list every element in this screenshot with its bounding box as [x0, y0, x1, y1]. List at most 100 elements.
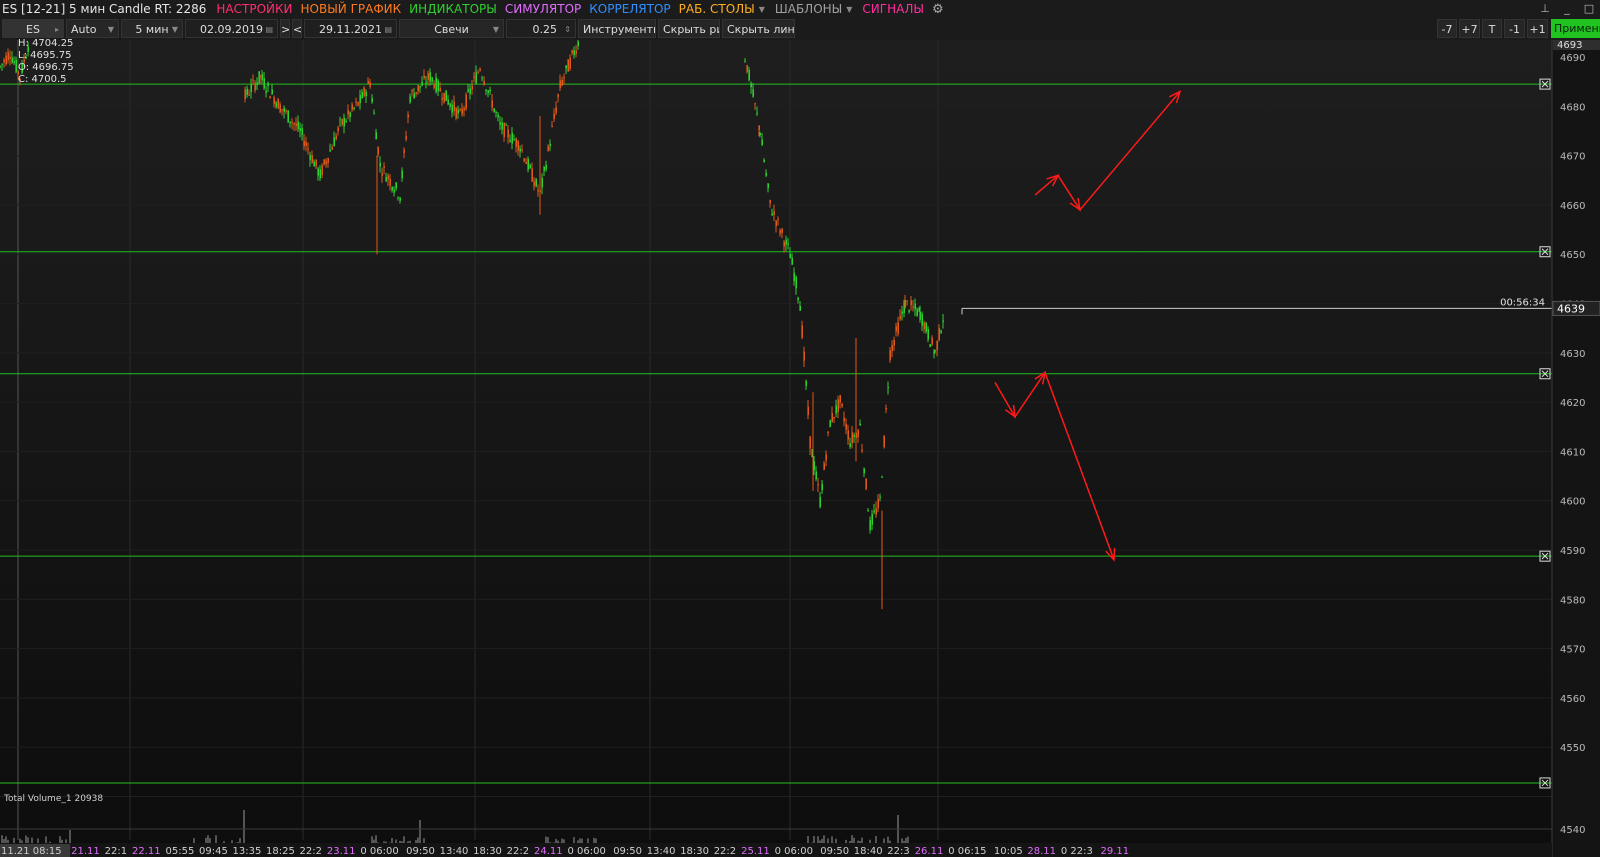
candle-body [493, 108, 495, 112]
candle-body [805, 381, 807, 386]
hide-lines-button[interactable]: Скрыть линии [722, 19, 795, 38]
candle-body [921, 313, 923, 326]
candle-body [333, 137, 335, 147]
pin-icon[interactable]: ⊥ [1534, 0, 1556, 18]
candle-body [463, 107, 465, 111]
price-tick-label: 4580 [1560, 595, 1585, 606]
candle-body [785, 239, 787, 245]
chart-type-select[interactable]: Свечи ▼ [399, 19, 504, 38]
zoom-plus-1-button[interactable]: +1 [1527, 19, 1548, 38]
candle-body [0, 65, 1, 68]
candle-body [473, 76, 475, 78]
candle-body [931, 337, 933, 345]
candle-body [363, 87, 365, 96]
hide-drawings-button[interactable]: Скрыть рис. [658, 19, 720, 38]
zoom-t-button[interactable]: T [1482, 19, 1502, 38]
nav-back-button[interactable]: < [292, 19, 302, 38]
zoom-plus-7-button[interactable]: +7 [1459, 19, 1480, 38]
minimize-icon[interactable]: _ [1556, 0, 1578, 18]
date-from-input[interactable]: 02.09.2019 ▤ [185, 19, 278, 38]
candle-body [311, 155, 313, 163]
price-chart[interactable]: 00:56:34 4684.54650.54625.754588.754542.… [0, 40, 1600, 857]
candle-body [791, 257, 793, 265]
time-tick-label: 18:30 [473, 846, 502, 857]
menu-correlator[interactable]: КОРРЕЛЯТОР [585, 0, 674, 18]
menu-new-chart[interactable]: НОВЫЙ ГРАФИК [297, 0, 406, 18]
symbol-select[interactable]: ES ▸ [2, 19, 64, 38]
zoom-minus-7-button[interactable]: -7 [1437, 19, 1457, 38]
candle-body [351, 104, 353, 110]
candle-body [423, 75, 425, 79]
candle-body [873, 510, 875, 513]
window-title: ES [12-21] 5 мин Candle RT: 2286 [2, 2, 207, 16]
date-from-value: 02.09.2019 [200, 23, 263, 36]
candle-body [893, 339, 895, 346]
tools-button[interactable]: Инструменты [578, 19, 656, 38]
candle-body [857, 429, 859, 437]
menu-workspaces[interactable]: РАБ. СТОЛЫ [675, 0, 759, 18]
candle-body [891, 345, 893, 351]
candle-body [367, 80, 369, 84]
time-tick-label: 22:2 [300, 846, 322, 857]
candle-body [906, 300, 908, 302]
candle-body [487, 90, 489, 94]
candle-body [841, 403, 843, 407]
scale-select[interactable]: Auto ▼ [66, 19, 119, 38]
gear-icon[interactable]: ⚙ [928, 2, 948, 17]
menu-templates[interactable]: ШАБЛОНЫ [771, 0, 846, 18]
price-tick-label: 4650 [1560, 250, 1585, 261]
zoom-minus-1-button[interactable]: -1 [1504, 19, 1525, 38]
time-tick-label: 11.21 08:15 [1, 846, 62, 857]
candle-body [511, 132, 513, 144]
candle-body [7, 52, 9, 61]
candle-body [254, 82, 256, 91]
candle-body [789, 254, 791, 259]
candle-body [923, 322, 925, 330]
chevron-down-icon: ▼ [107, 25, 114, 34]
calendar-icon[interactable]: ▤ [265, 20, 273, 37]
menu-simulator[interactable]: СИМУЛЯТОР [501, 0, 585, 18]
candle-body [883, 435, 885, 448]
candle-body [275, 102, 277, 107]
stepper-icon[interactable]: ⇕ [564, 20, 571, 37]
candle-body [361, 92, 363, 99]
candle-body [869, 520, 871, 530]
time-tick-label: 29.11 [1101, 846, 1130, 857]
templates-dropdown-icon[interactable]: ▼ [846, 5, 858, 14]
ohlc-high: H: 4704.25 [18, 38, 74, 49]
candle-body [904, 299, 906, 309]
menu-signals[interactable]: СИГНАЛЫ [858, 0, 928, 18]
candle-body [807, 406, 809, 416]
candle-body [865, 478, 867, 490]
chevron-down-icon: ▼ [492, 25, 499, 34]
time-tick-label: 09:50 [820, 846, 849, 857]
candle-body [435, 77, 437, 92]
candle-body [777, 219, 779, 221]
candle-body [919, 311, 921, 320]
candle-body [385, 177, 387, 182]
candle-body [787, 243, 789, 245]
price-tick-label: 4570 [1560, 645, 1585, 656]
maximize-icon[interactable]: □ [1578, 0, 1600, 18]
candle-body [773, 211, 775, 215]
time-tick-label: 13:40 [647, 846, 676, 857]
candle-body [763, 159, 765, 162]
candle-body [417, 85, 419, 92]
menu-settings[interactable]: НАСТРОЙКИ [212, 0, 296, 18]
calendar-icon[interactable]: ▤ [384, 20, 392, 37]
date-to-input[interactable]: 29.11.2021 ▤ [304, 19, 397, 38]
workspaces-dropdown-icon[interactable]: ▼ [759, 5, 771, 14]
candle-body [345, 120, 347, 122]
candle-body [779, 230, 781, 234]
candle-body [467, 89, 469, 92]
tick-size-stepper[interactable]: 0.25 ⇕ [506, 19, 576, 38]
candle-body [269, 96, 271, 99]
menu-indicators[interactable]: ИНДИКАТОРЫ [405, 0, 501, 18]
candle-body [411, 90, 413, 92]
nav-forward-button[interactable]: > [280, 19, 290, 38]
apply-button[interactable]: Применить [1551, 19, 1600, 38]
candle-body [399, 197, 401, 201]
time-tick-label: 18:25 [266, 846, 295, 857]
price-tick-label: 4690 [1560, 53, 1585, 64]
timeframe-select[interactable]: 5 мин ▼ [121, 19, 183, 38]
